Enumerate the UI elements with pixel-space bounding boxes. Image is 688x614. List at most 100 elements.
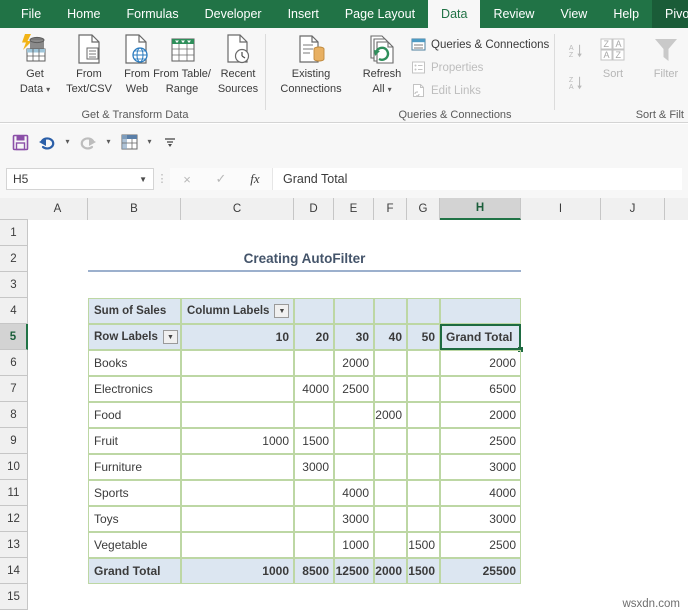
row-header-6[interactable]: 6 — [0, 350, 28, 376]
pivot-dropdown[interactable]: ▾ — [144, 130, 155, 154]
redo-dropdown[interactable]: ▾ — [103, 130, 114, 154]
redo-icon — [80, 137, 96, 150]
table-cell-6-0 — [181, 506, 294, 532]
table-row-total-7: 2500 — [440, 532, 521, 558]
column-header-e[interactable]: E — [334, 198, 374, 220]
tab-pivot[interactable]: Pivot — [652, 0, 688, 28]
row-header-1[interactable]: 1 — [0, 220, 28, 246]
insert-function-button[interactable]: fx — [238, 168, 272, 190]
filter-label: Filter — [653, 68, 679, 80]
pivot-hdr-blank-h4 — [440, 298, 521, 324]
pivot-table-button[interactable] — [117, 130, 141, 154]
column-header-g[interactable]: G — [407, 198, 440, 220]
recent-sources-button[interactable]: Recent Sources — [211, 32, 265, 102]
tab-data[interactable]: Data — [428, 0, 481, 28]
column-header-a[interactable]: A — [28, 198, 88, 220]
properties-button[interactable]: Properties — [410, 57, 483, 78]
table-cell-0-3 — [374, 350, 407, 376]
table-cell-2-3: 2000 — [374, 402, 407, 428]
row-header-14[interactable]: 14 — [0, 558, 28, 584]
row-header-7[interactable]: 7 — [0, 376, 28, 402]
undo-icon — [39, 137, 55, 150]
tab-page-layout[interactable]: Page Layout — [332, 0, 428, 28]
pivot-hdr-blank-f4 — [374, 298, 407, 324]
row-labels-filter-dropdown[interactable]: ▼ — [162, 330, 178, 344]
group-separator-2 — [554, 34, 555, 110]
queries-connections-button[interactable]: Queries & Connections — [410, 34, 549, 55]
row-header-5[interactable]: 5 — [0, 324, 28, 350]
undo-dropdown[interactable]: ▾ — [62, 130, 73, 154]
column-header-k[interactable] — [665, 198, 688, 220]
row-header-15[interactable]: 15 — [0, 584, 28, 610]
row-labels-cell[interactable]: Row Labels ▼ — [88, 324, 181, 350]
from-text-csv-button[interactable]: From Text/CSV — [62, 32, 116, 102]
group-caption-get-transform: Get & Transform Data — [81, 109, 189, 121]
tab-file[interactable]: File — [8, 0, 54, 28]
customize-qat-button[interactable] — [158, 130, 182, 154]
pivot-col-header-20: 20 — [294, 324, 334, 350]
table-cell-2-0 — [181, 402, 294, 428]
get-data-button[interactable]: Get Data ▾ — [8, 32, 62, 102]
pivot-hdr-blank-e4 — [334, 298, 374, 324]
save-button[interactable] — [8, 130, 32, 154]
table-cell-0-1 — [294, 350, 334, 376]
tab-help[interactable]: Help — [600, 0, 652, 28]
column-labels-filter-dropdown[interactable]: ▼ — [274, 304, 290, 318]
edit-links-button[interactable]: Edit Links — [410, 80, 481, 101]
column-header-c[interactable]: C — [181, 198, 294, 220]
cancel-formula-button[interactable]: × — [170, 168, 204, 190]
column-header-d[interactable]: D — [294, 198, 334, 220]
edit-links-label: Edit Links — [431, 84, 481, 97]
sort-button[interactable]: Z A A Z Sort — [590, 32, 636, 102]
enter-formula-button[interactable]: ✓ — [204, 168, 238, 190]
recent-sources-label-line2: Sources — [217, 82, 259, 95]
row-header-2[interactable]: 2 — [0, 246, 28, 272]
row-header-12[interactable]: 12 — [0, 506, 28, 532]
grand-total-label: Grand Total — [88, 558, 181, 584]
row-header-11[interactable]: 11 — [0, 480, 28, 506]
column-header-h[interactable]: H — [440, 198, 521, 220]
cell-canvas: Creating AutoFilter Sum of Sales Column … — [28, 220, 688, 614]
chevron-down-icon: ▾ — [387, 84, 392, 94]
tab-insert[interactable]: Insert — [275, 0, 332, 28]
tab-developer[interactable]: Developer — [192, 0, 275, 28]
from-table-range-button[interactable]: From Table/ Range — [151, 32, 213, 102]
tab-view[interactable]: View — [547, 0, 600, 28]
column-header-b[interactable]: B — [88, 198, 181, 220]
column-header-i[interactable]: I — [521, 198, 601, 220]
name-box[interactable]: H5 ▼ — [6, 168, 154, 190]
existing-connections-button[interactable]: Existing Connections — [272, 32, 350, 102]
row-header-9[interactable]: 9 — [0, 428, 28, 454]
sort-descending-button[interactable]: Z A — [568, 72, 584, 93]
column-labels-cell[interactable]: Column Labels ▼ — [181, 298, 294, 324]
tab-formulas[interactable]: Formulas — [114, 0, 192, 28]
row-header-10[interactable]: 10 — [0, 454, 28, 480]
row-labels-text: Row Labels — [94, 331, 158, 343]
table-cell-5-1 — [294, 480, 334, 506]
refresh-all-button[interactable]: Refresh All ▾ — [357, 32, 407, 102]
redo-button[interactable] — [76, 130, 100, 154]
table-cell-6-3 — [374, 506, 407, 532]
table-row-label-5: Sports — [88, 480, 181, 506]
column-header-j[interactable]: J — [601, 198, 665, 220]
sort-label: Sort — [602, 68, 624, 80]
table-cell-2-4 — [407, 402, 440, 428]
tab-home[interactable]: Home — [54, 0, 113, 28]
column-header-f[interactable]: F — [374, 198, 407, 220]
row-header-13[interactable]: 13 — [0, 532, 28, 558]
undo-button[interactable] — [35, 130, 59, 154]
table-cell-3-1: 1500 — [294, 428, 334, 454]
sort-ascending-button[interactable]: A Z — [568, 40, 584, 61]
row-header-4[interactable]: 4 — [0, 298, 28, 324]
group-separator-1 — [265, 34, 266, 110]
filter-button[interactable]: Filter — [642, 32, 688, 102]
formula-bar-grip[interactable]: ⋮ — [154, 173, 170, 184]
row-header-3[interactable]: 3 — [0, 272, 28, 298]
tab-review[interactable]: Review — [480, 0, 547, 28]
table-row-total-6: 3000 — [440, 506, 521, 532]
from-text-csv-icon — [74, 32, 104, 66]
row-header-8[interactable]: 8 — [0, 402, 28, 428]
formula-input[interactable]: Grand Total — [272, 168, 682, 190]
name-box-value: H5 — [13, 172, 29, 186]
grand-total-overall: 25500 — [440, 558, 521, 584]
